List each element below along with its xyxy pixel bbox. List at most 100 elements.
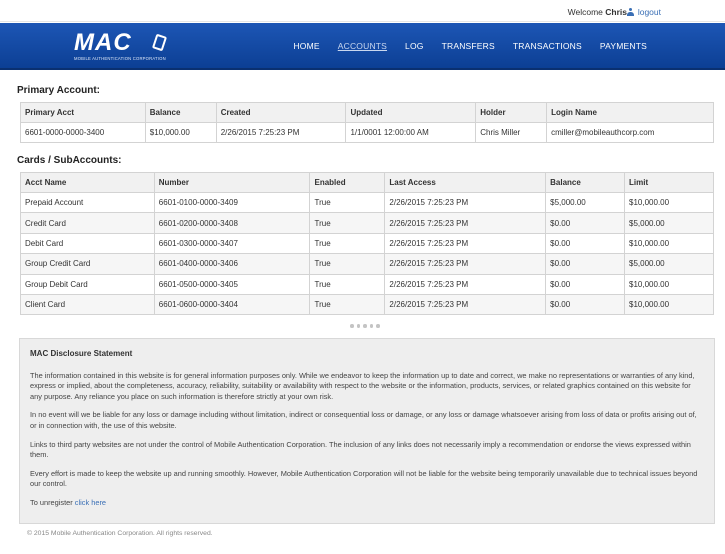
table-cell: 6601-0600-0000-3404 [153, 293, 311, 316]
pagination-dot[interactable] [376, 324, 380, 328]
table-cell: $5,000.00 [545, 191, 626, 214]
table-row[interactable]: Client Card 6601-0600-0000-3404 True 2/2… [20, 293, 714, 316]
table-cell: 6601-0400-0000-3406 [153, 253, 311, 275]
nav-transactions[interactable]: TRANSACTIONS [513, 41, 582, 51]
table-header-row: Primary Acct Balance Created Updated Hol… [20, 102, 714, 123]
header-banner: MAC MOBILE AUTHENTICATION CORPORATION HO… [0, 23, 725, 70]
phone-icon [151, 33, 168, 52]
logo-text: MAC [74, 29, 132, 56]
table-row[interactable]: Credit Card 6601-0200-0000-3408 True 2/2… [20, 212, 714, 234]
table-cell: 6601-0200-0000-3408 [153, 212, 311, 234]
table-cell: Prepaid Account [20, 191, 155, 214]
nav-transfers[interactable]: TRANSFERS [442, 41, 495, 51]
table-row: 6601-0000-0000-3400 $10,000.00 2/26/2015… [20, 121, 714, 144]
table-cell: 2/26/2015 7:25:23 PM [215, 121, 347, 144]
pagination-dot[interactable] [350, 324, 354, 328]
nav-payments[interactable]: PAYMENTS [600, 41, 647, 51]
table-cell: $10,000.00 [624, 273, 714, 295]
table-cell: 2/26/2015 7:25:23 PM [384, 273, 547, 295]
unregister-line: To unregister click here [30, 497, 107, 507]
column-header: Enabled [309, 172, 386, 193]
disclosure-title: MAC Disclosure Statement [30, 349, 133, 358]
table-cell: $0.00 [545, 253, 626, 275]
column-header: Number [153, 172, 311, 193]
table-cell: Debit Card [20, 232, 155, 255]
column-header: Last Access [384, 172, 547, 193]
table-cell: $0.00 [545, 293, 626, 316]
welcome-text: Welcome Chris [567, 7, 627, 17]
table-cell: Chris Miller [475, 121, 548, 144]
table-cell: Credit Card [20, 212, 155, 234]
table-cell: 2/26/2015 7:25:23 PM [384, 212, 547, 234]
table-cell: 2/26/2015 7:25:23 PM [384, 293, 547, 316]
unregister-link[interactable]: click here [75, 498, 106, 507]
table-header-row: Acct Name Number Enabled Last Access Bal… [20, 172, 714, 193]
column-header: Created [215, 102, 347, 123]
table-cell: Group Credit Card [20, 253, 155, 275]
footer-copyright: © 2015 Mobile Authentication Corporation… [27, 530, 213, 537]
top-bar: Welcome Chris logout [0, 0, 725, 22]
table-cell: True [309, 273, 386, 295]
nav-home[interactable]: HOME [293, 41, 319, 51]
table-cell: 2/26/2015 7:25:23 PM [384, 191, 547, 214]
nav-log[interactable]: LOG [405, 41, 424, 51]
table-cell: 6601-0300-0000-3407 [153, 232, 311, 255]
table-cell: True [309, 212, 386, 234]
table-cell: 1/1/0001 12:00:00 AM [345, 121, 477, 144]
pagination-dot[interactable] [356, 324, 360, 328]
table-cell: 6601-0000-0000-3400 [20, 121, 146, 144]
logo-subtitle: MOBILE AUTHENTICATION CORPORATION [74, 56, 166, 61]
table-row[interactable]: Prepaid Account 6601-0100-0000-3409 True… [20, 191, 714, 214]
user-icon [626, 8, 634, 16]
table-cell: True [309, 293, 386, 316]
disclosure-paragraph: Every effort is made to keep the website… [30, 468, 698, 489]
disclosure-paragraph: Links to third party websites are not un… [30, 439, 691, 460]
table-cell: True [309, 232, 386, 255]
pagination-dots[interactable] [350, 324, 380, 328]
column-header: Acct Name [20, 172, 155, 193]
table-cell: $5,000.00 [624, 253, 714, 275]
column-header: Balance [144, 102, 217, 123]
column-header: Updated [345, 102, 477, 123]
table-cell: $0.00 [545, 232, 626, 255]
pagination-dot[interactable] [363, 324, 367, 328]
disclosure-paragraph: The information contained in this websit… [30, 370, 695, 401]
table-cell: $0.00 [545, 212, 626, 234]
logout-link[interactable]: logout [626, 7, 661, 17]
table-row[interactable]: Group Debit Card 6601-0500-0000-3405 Tru… [20, 273, 714, 295]
table-cell: True [309, 191, 386, 214]
mac-logo[interactable]: MAC MOBILE AUTHENTICATION CORPORATION [74, 31, 174, 63]
table-cell: $10,000.00 [624, 232, 714, 255]
main-nav: HOME ACCOUNTS LOG TRANSFERS TRANSACTIONS… [275, 41, 647, 51]
table-row[interactable]: Debit Card 6601-0300-0000-3407 True 2/26… [20, 232, 714, 255]
primary-account-table: Primary Acct Balance Created Updated Hol… [20, 102, 714, 144]
table-cell: $0.00 [545, 273, 626, 295]
cards-subaccounts-title: Cards / SubAccounts: [17, 155, 122, 166]
table-cell: $5,000.00 [624, 212, 714, 234]
table-cell: 6601-0100-0000-3409 [153, 191, 311, 214]
column-header: Holder [475, 102, 548, 123]
table-cell: 2/26/2015 7:25:23 PM [384, 253, 547, 275]
table-cell: Group Debit Card [20, 273, 155, 295]
nav-accounts[interactable]: ACCOUNTS [338, 41, 387, 51]
table-cell: $10,000.00 [624, 191, 714, 214]
disclosure-paragraph: In no event will we be liable for any lo… [30, 410, 697, 430]
table-cell: 2/26/2015 7:25:23 PM [384, 232, 547, 255]
cards-table: Acct Name Number Enabled Last Access Bal… [20, 172, 714, 316]
column-header: Balance [545, 172, 626, 193]
table-cell: 6601-0500-0000-3405 [153, 273, 311, 295]
logout-label[interactable]: logout [638, 7, 661, 17]
table-cell: True [309, 253, 386, 275]
table-cell: Client Card [20, 293, 155, 316]
table-row[interactable]: Group Credit Card 6601-0400-0000-3406 Tr… [20, 253, 714, 275]
user-name: Chris [605, 7, 627, 17]
column-header: Login Name [546, 102, 714, 123]
column-header: Primary Acct [20, 102, 146, 123]
disclosure-panel: MAC Disclosure Statement The information… [19, 338, 715, 524]
table-cell: cmiller@mobileauthcorp.com [546, 121, 714, 144]
table-cell: $10,000.00 [624, 293, 714, 316]
primary-account-title: Primary Account: [17, 85, 100, 96]
column-header: Limit [624, 172, 714, 193]
pagination-dot[interactable] [369, 324, 373, 328]
table-cell: $10,000.00 [144, 121, 217, 144]
